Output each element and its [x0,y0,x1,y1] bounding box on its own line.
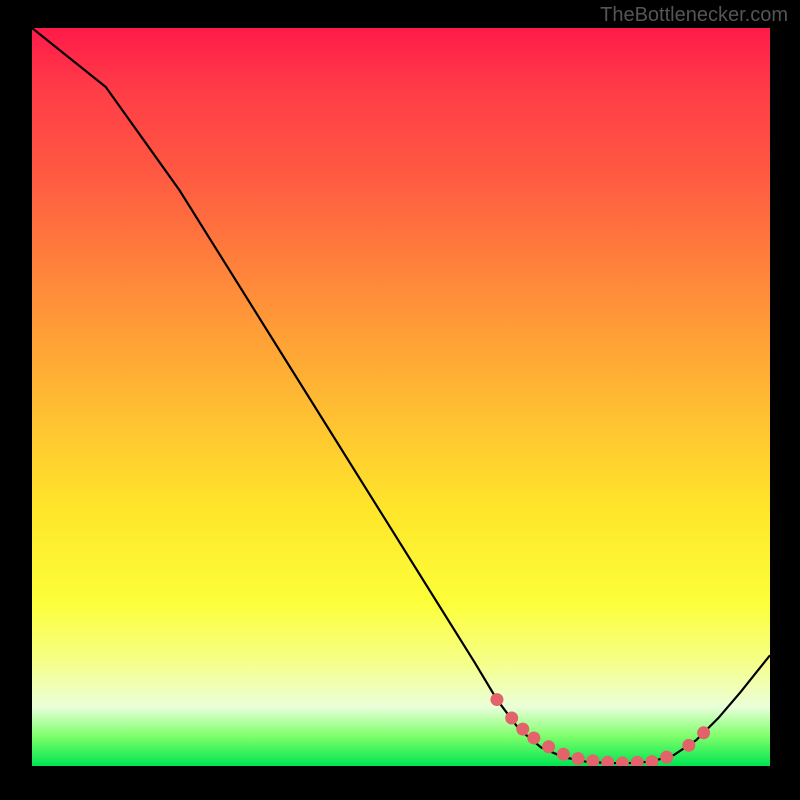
plot-area [32,28,770,766]
highlight-dot [631,756,644,766]
highlight-dot [682,739,695,752]
highlight-dot [516,723,529,736]
highlight-dot [660,751,673,764]
highlight-dot [572,752,585,765]
highlight-dot [616,757,629,766]
highlight-dot [586,754,599,766]
highlight-dot [527,731,540,744]
highlight-dot [557,748,570,761]
bottleneck-curve [32,28,770,763]
chart-container: TheBottlenecker.com [0,0,800,800]
attribution-text: TheBottlenecker.com [600,4,788,27]
highlight-dot [505,712,518,725]
highlight-dot [645,755,658,766]
chart-svg [32,28,770,766]
highlight-dot [697,726,710,739]
highlight-dot [601,756,614,766]
highlight-dots [490,693,710,766]
highlight-dot [542,740,555,753]
highlight-dot [490,693,503,706]
